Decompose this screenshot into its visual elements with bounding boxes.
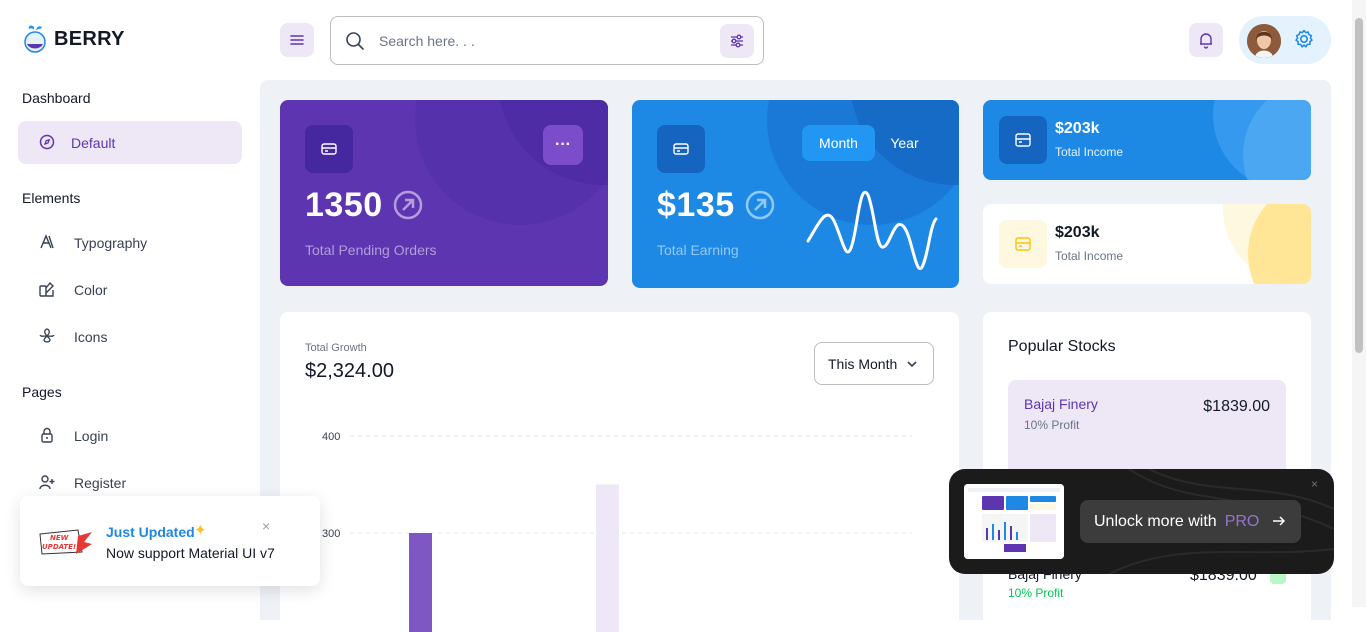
update-toast: NEW UPDATE! Just Updated ✦ Now support M…: [20, 496, 320, 586]
total-earning-card: Month Year $135 Total Earning: [632, 100, 959, 288]
sidebar-item-typography[interactable]: Typography: [18, 221, 242, 264]
badge-update-text: UPDATE!: [42, 543, 76, 551]
y-tick-label: 300: [322, 528, 340, 540]
brand-name: BERRY: [54, 28, 125, 51]
search-box: [330, 16, 764, 65]
sliders-icon: [729, 33, 745, 49]
arrow-right-icon: [1271, 513, 1287, 529]
berry-logo-icon: [22, 24, 48, 54]
notifications-button[interactable]: [1189, 23, 1223, 57]
palette-icon: [38, 280, 56, 298]
earning-value: $135: [657, 186, 735, 225]
search-input[interactable]: [379, 27, 709, 55]
stocks-title: Popular Stocks: [1008, 338, 1116, 356]
bell-icon: [1197, 31, 1215, 49]
sidebar-section-pages: Pages: [22, 384, 62, 400]
growth-bar-chart: 400 300: [280, 312, 959, 632]
arrow-up-right-circle-icon: [392, 189, 424, 221]
card-menu-button[interactable]: ···: [543, 125, 583, 165]
sidebar-section-elements: Elements: [22, 190, 80, 206]
lock-icon: [38, 426, 56, 444]
user-plus-icon: [38, 473, 56, 491]
promo-text: Unlock more with: [1094, 513, 1217, 531]
arrow-up-right-circle-icon: [744, 189, 776, 221]
card-icon-box: [657, 125, 705, 173]
y-tick-label: 400: [322, 431, 340, 443]
toast-title: Just Updated: [106, 524, 195, 540]
dashboard-icon: [38, 133, 56, 151]
sidebar-item-icons[interactable]: Icons: [18, 315, 242, 358]
sidebar-item-label: Login: [74, 428, 108, 444]
toast-message: Now support Material UI v7: [106, 545, 275, 561]
sidebar-item-label: Register: [74, 475, 126, 491]
sidebar-item-label: Typography: [74, 235, 147, 251]
promo-dashboard-thumbnail: [964, 484, 1064, 559]
stock-row-profit: 10% Profit: [1008, 586, 1063, 600]
toast-close-button[interactable]: ×: [262, 518, 270, 534]
table-icon: [1014, 235, 1032, 253]
menu-icon: [288, 31, 306, 49]
income-value: $203k: [1055, 224, 1100, 242]
settings-icon: [1293, 28, 1315, 50]
income-value: $203k: [1055, 120, 1100, 138]
card-icon-box: [305, 125, 353, 173]
search-filter-button[interactable]: [720, 24, 754, 58]
table-icon: [1014, 131, 1032, 149]
income-label: Total Income: [1055, 145, 1123, 159]
unlock-pro-button[interactable]: Unlock more with PRO: [1080, 500, 1301, 543]
chart-bar[interactable]: [409, 533, 432, 632]
sidebar-item-color[interactable]: Color: [18, 268, 242, 311]
typography-icon: [38, 233, 56, 251]
income-icon-box: [999, 220, 1047, 268]
pro-promo-banner: Unlock more with PRO ×: [949, 469, 1334, 574]
promo-pro-label: PRO: [1225, 513, 1260, 531]
sidebar-item-label: Color: [74, 282, 107, 298]
header: BERRY: [0, 0, 1352, 80]
sidebar-section-dashboard: Dashboard: [22, 90, 91, 106]
credit-card-icon: [672, 140, 690, 158]
credit-card-icon: [320, 140, 338, 158]
toggle-month-button[interactable]: Month: [802, 125, 875, 161]
badge-new-text: NEW: [50, 534, 69, 542]
search-icon: [345, 31, 365, 51]
new-update-badge: NEW UPDATE!: [38, 526, 94, 556]
income-icon-box: [999, 116, 1047, 164]
card-decoration: [1248, 204, 1311, 284]
pending-orders-value: 1350: [305, 186, 383, 225]
total-pending-orders-card: ··· 1350 Total Pending Orders: [280, 100, 608, 286]
scrollbar-thumb[interactable]: [1355, 18, 1363, 353]
sidebar-item-default[interactable]: Default: [18, 121, 242, 164]
featured-stock-name: Bajaj Finery: [1024, 396, 1098, 412]
promo-close-button[interactable]: ×: [1311, 477, 1318, 491]
total-income-card-secondary: $203k Total Income: [983, 204, 1311, 284]
pending-orders-label: Total Pending Orders: [305, 242, 437, 258]
menu-toggle-button[interactable]: [280, 23, 314, 57]
earning-label: Total Earning: [657, 242, 739, 258]
total-income-card-primary: $203k Total Income: [983, 100, 1311, 180]
sparkle-icon: ✦: [194, 521, 207, 539]
profile-menu-button[interactable]: [1239, 16, 1331, 64]
chart-bar[interactable]: [596, 485, 619, 632]
toggle-year-button[interactable]: Year: [882, 125, 927, 161]
sidebar-item-login[interactable]: Login: [18, 414, 242, 457]
income-label: Total Income: [1055, 249, 1123, 263]
page-scrollbar[interactable]: [1352, 0, 1366, 607]
featured-stock-profit: 10% Profit: [1024, 418, 1079, 432]
avatar: [1247, 24, 1281, 58]
sidebar-item-label: Default: [71, 135, 115, 151]
total-growth-card: Total Growth $2,324.00 This Month 400300: [280, 312, 959, 632]
sidebar-item-label: Icons: [74, 329, 107, 345]
logo[interactable]: BERRY: [22, 24, 125, 54]
featured-stock-price: $1839.00: [1203, 398, 1270, 416]
windmill-icon: [38, 327, 56, 345]
earning-sparkline: [804, 185, 940, 275]
more-horizontal-icon: ···: [555, 136, 571, 154]
